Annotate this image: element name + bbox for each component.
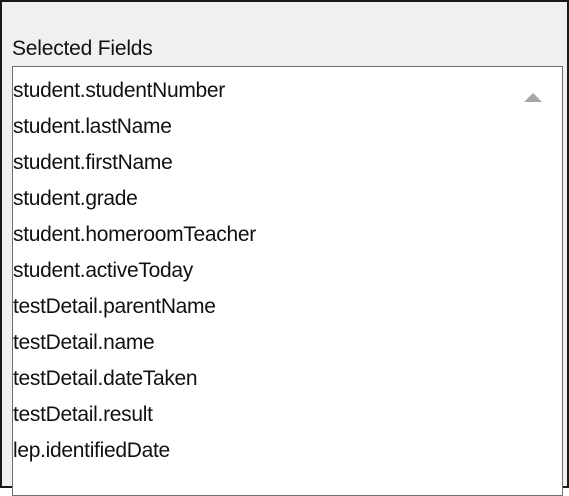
list-item[interactable]: student.grade bbox=[13, 181, 506, 217]
vertical-scrollbar[interactable] bbox=[506, 67, 562, 495]
list-item[interactable]: student.lastName bbox=[13, 109, 506, 145]
list-item[interactable]: student.activeToday bbox=[13, 253, 506, 289]
list-item[interactable]: student.homeroomTeacher bbox=[13, 217, 506, 253]
list-item[interactable]: testDetail.result bbox=[13, 397, 506, 433]
list-item[interactable]: lep.identifiedDate bbox=[13, 433, 506, 469]
scroll-up-arrow-icon[interactable] bbox=[524, 93, 542, 102]
list-item[interactable]: testDetail.dateTaken bbox=[13, 361, 506, 397]
list-item[interactable]: student.firstName bbox=[13, 145, 506, 181]
selected-fields-label: Selected Fields bbox=[12, 37, 153, 60]
list-item[interactable]: testDetail.parentName bbox=[13, 289, 506, 325]
selected-fields-panel: Selected Fields student.studentNumber st… bbox=[0, 0, 569, 496]
selected-fields-listbox[interactable]: student.studentNumber student.lastName s… bbox=[12, 66, 563, 496]
list-item[interactable]: testDetail.name bbox=[13, 325, 506, 361]
selected-fields-list: student.studentNumber student.lastName s… bbox=[13, 73, 506, 469]
list-item[interactable]: student.studentNumber bbox=[13, 73, 506, 109]
